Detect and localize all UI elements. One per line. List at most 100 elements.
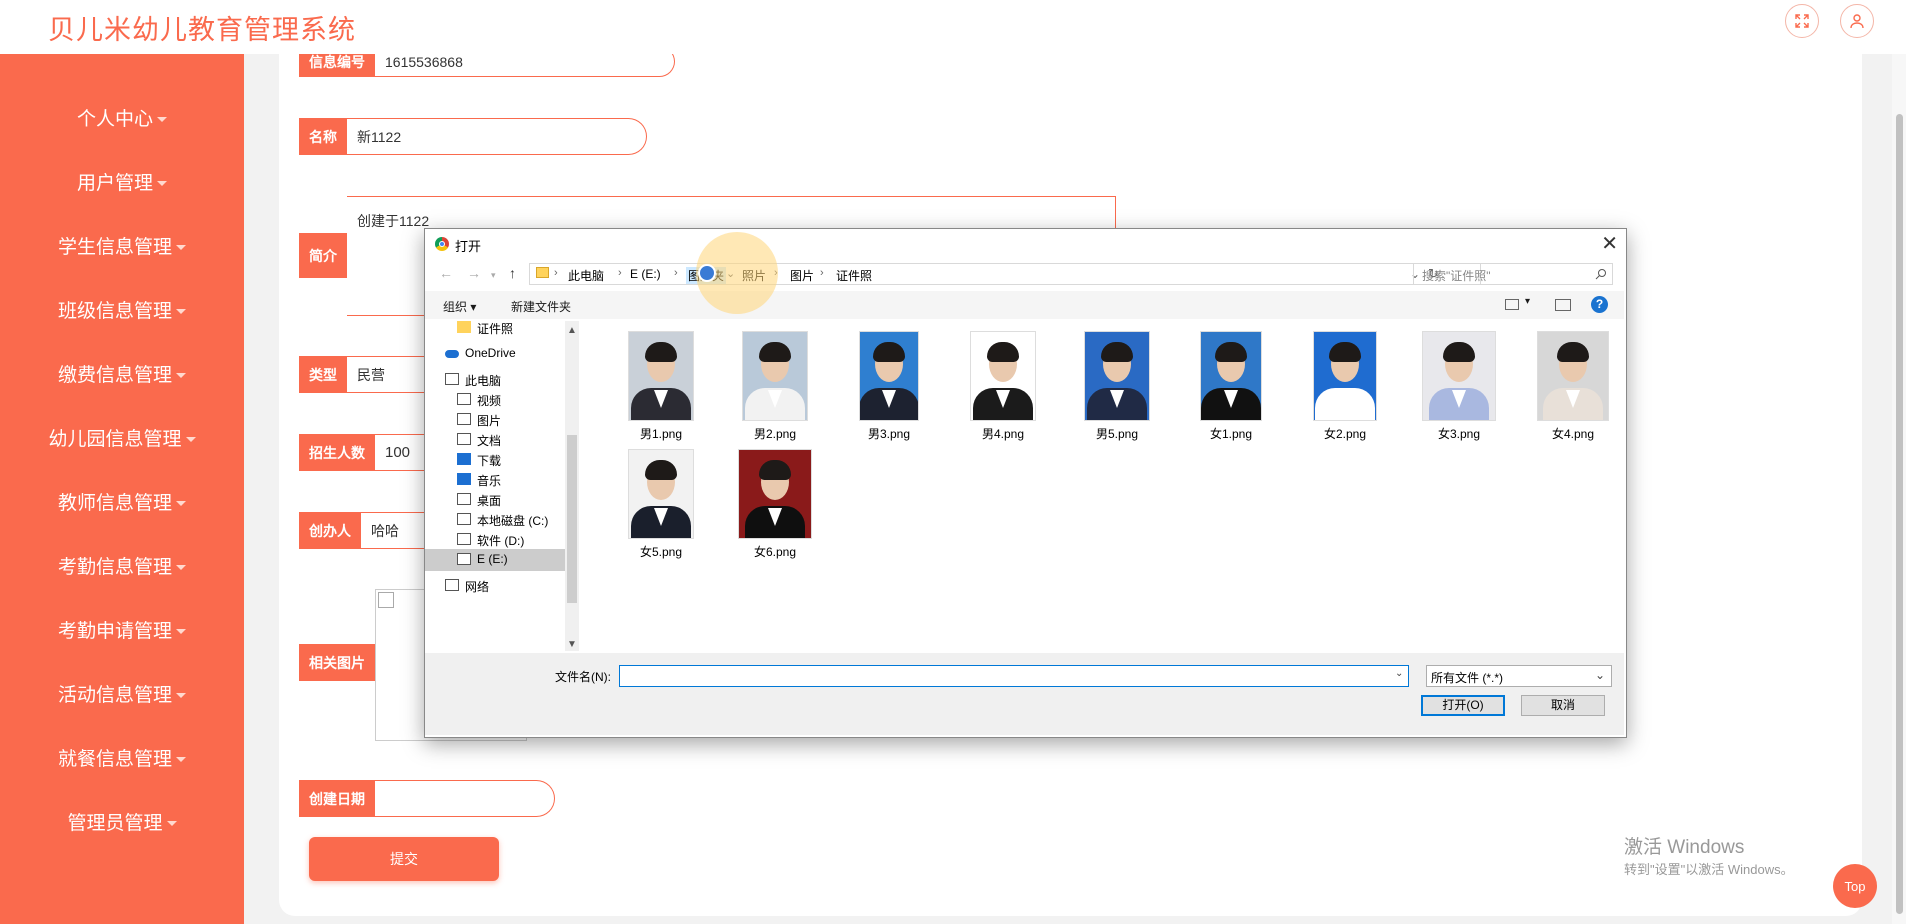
dialog-title: 打开 — [455, 239, 482, 254]
back-to-top-button[interactable]: Top — [1833, 864, 1877, 908]
app-title: 贝儿米幼儿教育管理系统 — [48, 15, 356, 45]
tree-item[interactable]: 本地磁盘 (C:) — [425, 509, 565, 531]
preview-pane-icon[interactable] — [1555, 299, 1571, 311]
sidebar-item-label: 个人中心 — [76, 109, 153, 130]
file-name: 男5.png — [1095, 427, 1139, 441]
tree-scroll-thumb[interactable] — [567, 435, 577, 603]
organize-menu[interactable]: 组织 ▾ — [443, 298, 476, 315]
scroll-down-icon[interactable]: ▼ — [567, 639, 577, 650]
sidebar: 个人中心用户管理学生信息管理 班级信息管理 缴费信息管理 幼儿园信息管理 教师信息管理考… — [0, 54, 244, 924]
page-scroll-thumb[interactable] — [1896, 114, 1903, 914]
founder-field[interactable]: 哈哈 — [361, 512, 427, 549]
page-scrollbar[interactable] — [1892, 54, 1906, 924]
chevron-down-icon — [157, 181, 167, 187]
dialog-bottom-bar: 文件名(N): ⌄ 所有文件 (*.*) ⌄ 打开(O) 取消 — [425, 653, 1624, 735]
file-list: 男1.png 男2.png 男3.png 男4.png 男5.png 女1.png 女2.p… — [581, 321, 1624, 651]
file-type-select[interactable]: 所有文件 (*.*) ⌄ — [1426, 665, 1612, 687]
type-label: 类型 — [299, 356, 347, 393]
file-item[interactable]: 女5.png — [611, 449, 711, 560]
filename-label: 文件名(N): — [555, 670, 611, 684]
help-icon[interactable]: ? — [1591, 296, 1608, 313]
tree-item[interactable]: 文档 — [425, 429, 565, 451]
user-button[interactable] — [1840, 4, 1874, 38]
image-thumbnail — [859, 331, 919, 421]
tree-item-label: 音乐 — [477, 474, 502, 488]
sidebar-item[interactable]: 缴费信息管理 — [0, 360, 244, 387]
file-item[interactable]: 女1.png — [1181, 331, 1281, 442]
desktop-icon — [457, 493, 471, 505]
tree-item[interactable]: 下载 — [425, 449, 565, 471]
chevron-down-icon — [176, 565, 186, 571]
address-bar[interactable]: › 此电脑 › E (E:) › 图片夹 ⌄ 照片 › 图片 › 证件照 ⌄ ↻ — [529, 263, 1481, 285]
filename-dropdown-icon[interactable]: ⌄ — [1395, 668, 1403, 679]
file-item[interactable]: 男3.png — [839, 331, 939, 442]
breadcrumb-id-photos[interactable]: 证件照 — [836, 267, 872, 284]
sidebar-item[interactable]: 班级信息管理 — [0, 296, 244, 323]
filename-input[interactable] — [619, 665, 1409, 687]
sidebar-item[interactable]: 教师信息管理 — [0, 488, 244, 515]
file-item[interactable]: 女3.png — [1409, 331, 1509, 442]
up-arrow-icon[interactable]: ↑ — [509, 265, 516, 281]
tree-item[interactable]: OneDrive — [425, 343, 565, 365]
sidebar-item[interactable]: 考勤信息管理 — [0, 552, 244, 579]
breadcrumb-pictures[interactable]: 图片 — [790, 267, 814, 284]
view-dropdown-icon[interactable]: ▾ — [1525, 296, 1530, 307]
sidebar-item[interactable]: 考勤申请管理 — [0, 616, 244, 643]
app-header: 贝儿米幼儿教育管理系统 — [0, 0, 1906, 54]
onedrive-icon — [445, 350, 459, 358]
back-arrow-icon[interactable]: ← — [439, 265, 453, 281]
submit-button[interactable]: 提交 — [309, 837, 499, 881]
tree-item[interactable]: 证件照 — [425, 317, 565, 339]
founder-label: 创办人 — [299, 512, 361, 549]
sidebar-item[interactable]: 管理员管理 — [0, 808, 244, 835]
name-field[interactable]: 新1122 — [347, 118, 647, 155]
tree-item[interactable]: 此电脑 — [425, 369, 565, 391]
image-thumbnail — [628, 449, 694, 539]
file-name: 女1.png — [1209, 427, 1253, 441]
file-item[interactable]: 女4.png — [1523, 331, 1623, 442]
tree-item[interactable]: 桌面 — [425, 489, 565, 511]
mouse-cursor — [698, 264, 716, 282]
forward-arrow-icon[interactable]: → — [467, 265, 481, 281]
tree-item-label: 本地磁盘 (C:) — [477, 514, 549, 528]
new-folder-button[interactable]: 新建文件夹 — [511, 298, 571, 315]
tree-item[interactable]: 图片 — [425, 409, 565, 431]
breadcrumb-drive-e[interactable]: E (E:) — [630, 267, 661, 281]
file-item[interactable]: 男2.png — [725, 331, 825, 442]
file-item[interactable]: 女2.png — [1295, 331, 1395, 442]
tree-item[interactable]: E (E:) — [425, 549, 565, 571]
image-thumbnail — [742, 331, 808, 421]
sidebar-item[interactable]: 活动信息管理 — [0, 680, 244, 707]
search-input[interactable]: 搜索"证件照" — [1413, 263, 1613, 285]
sidebar-item[interactable]: 用户管理 — [0, 168, 244, 195]
sidebar-item[interactable]: 学生信息管理 — [0, 232, 244, 259]
file-item[interactable]: 男4.png — [953, 331, 1053, 442]
scroll-up-icon[interactable]: ▲ — [567, 325, 577, 336]
enroll-field[interactable]: 100 — [375, 434, 427, 471]
tree-item[interactable]: 视频 — [425, 389, 565, 411]
file-item[interactable]: 男1.png — [611, 331, 711, 442]
date-field[interactable] — [375, 780, 555, 817]
tree-item[interactable]: 音乐 — [425, 469, 565, 491]
file-item[interactable]: 男5.png — [1067, 331, 1167, 442]
tree-item[interactable]: 网络 — [425, 575, 565, 597]
fullscreen-button[interactable] — [1785, 4, 1819, 38]
cancel-button[interactable]: 取消 — [1521, 695, 1605, 716]
recent-chevron-icon[interactable]: ▾ — [491, 270, 496, 281]
file-name: 女3.png — [1437, 427, 1481, 441]
image-thumbnail — [1422, 331, 1496, 421]
sidebar-item-label: 用户管理 — [76, 173, 153, 194]
drive-c-icon — [457, 513, 471, 525]
type-select[interactable]: 民营 — [347, 356, 427, 393]
sidebar-item[interactable]: 幼儿园信息管理 — [0, 424, 244, 451]
breadcrumb-this-pc[interactable]: 此电脑 — [568, 267, 604, 284]
file-item[interactable]: 女6.png — [725, 449, 825, 560]
sidebar-item[interactable]: 个人中心 — [0, 104, 244, 131]
tree-item[interactable]: 软件 (D:) — [425, 529, 565, 551]
sidebar-item[interactable]: 就餐信息管理 — [0, 744, 244, 771]
this-pc-icon — [445, 373, 459, 385]
chevron-down-icon — [176, 757, 186, 763]
open-button[interactable]: 打开(O) — [1421, 695, 1505, 716]
view-mode-icon[interactable] — [1505, 299, 1519, 310]
close-button[interactable]: ✕ — [1601, 231, 1618, 256]
